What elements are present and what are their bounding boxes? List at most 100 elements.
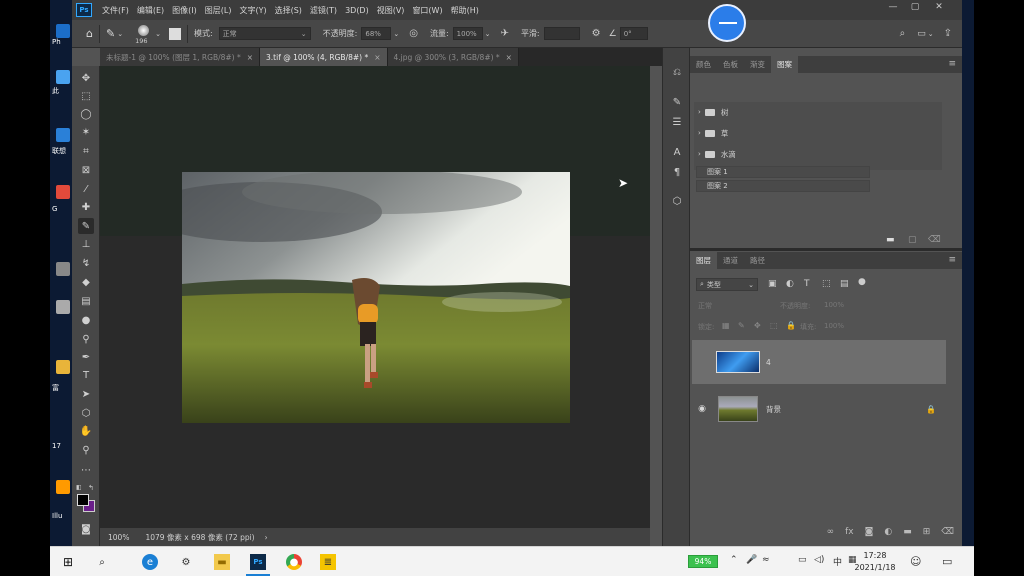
tab-patterns[interactable]: 图案 [771, 56, 798, 73]
paragraph-icon[interactable]: ¶ [669, 164, 685, 180]
link-icon[interactable]: ∞ [827, 527, 835, 537]
chevron-down-icon[interactable]: ⌄ [393, 30, 399, 38]
brush-panel-toggle-icon[interactable] [168, 27, 181, 40]
zoom-tool-icon[interactable]: ⚲ [78, 442, 94, 458]
notification-icon[interactable]: ▭ [942, 555, 952, 568]
layer-name[interactable]: 4 [766, 358, 771, 367]
quick-mask-icon[interactable]: ◙ [78, 521, 94, 537]
document-image[interactable] [182, 172, 570, 423]
document-workspace[interactable]: ➤ [100, 66, 650, 528]
zoom-level[interactable]: 100% [108, 533, 129, 542]
tab-swatches[interactable]: 色板 [717, 56, 744, 73]
clock[interactable]: 17:28 2021/1/18 [850, 550, 900, 574]
fx-icon[interactable]: fx [845, 527, 854, 537]
eye-icon[interactable]: ◉ [692, 404, 712, 414]
canvas-area[interactable]: ➤ [100, 66, 650, 528]
ime-indicator[interactable]: 中 [833, 555, 842, 568]
type-tool-icon[interactable]: T [78, 367, 94, 383]
tab-document-1[interactable]: 未标题-1 @ 100% (图层 1, RGB/8#) * × [100, 48, 261, 66]
emoji-icon[interactable]: ☺ [910, 555, 921, 568]
filter-type-icon[interactable]: T [804, 279, 810, 289]
gradient-tool-icon[interactable]: ▤ [78, 293, 94, 309]
path-selection-tool-icon[interactable]: ➤ [78, 386, 94, 402]
menu-layer[interactable]: 图层(L) [201, 5, 236, 16]
history-brush-tool-icon[interactable]: ↯ [78, 255, 94, 271]
crop-tool-icon[interactable]: ⌗ [78, 143, 94, 159]
battery-indicator[interactable]: 94% [688, 555, 718, 568]
adjust-icon[interactable]: ◐ [884, 527, 892, 537]
healing-tool-icon[interactable]: ✚ [78, 199, 94, 215]
tab-gradients[interactable]: 渐变 [744, 56, 771, 73]
wifi-icon[interactable]: ≈ [762, 555, 770, 565]
close-icon[interactable]: × [374, 53, 380, 62]
filter-smart-icon[interactable]: ▤ [840, 279, 849, 289]
chevron-down-icon[interactable]: ⌄ [155, 30, 161, 38]
adjust-sliders-icon[interactable]: ☰ [669, 114, 685, 130]
tab-paths[interactable]: 路径 [744, 252, 771, 269]
desktop-icon[interactable] [56, 24, 70, 38]
menu-type[interactable]: 文字(Y) [235, 5, 270, 16]
trash-icon[interactable]: ⌫ [941, 527, 954, 537]
swap-colors-icon[interactable]: ↰ [88, 484, 94, 492]
layer-filter-select[interactable]: ⌕ 类型 ⌄ [696, 278, 758, 291]
airbrush-icon[interactable]: ✈ [501, 28, 509, 39]
magic-wand-tool-icon[interactable]: ✶ [78, 124, 94, 140]
filter-toggle-icon[interactable]: ● [858, 277, 866, 287]
move-tool-icon[interactable]: ✥ [78, 70, 94, 86]
lock-all-icon[interactable]: 🔒 [786, 321, 796, 330]
pattern-item[interactable]: 图案 2 [696, 180, 870, 192]
lock-pixels-icon[interactable]: ▦ [722, 321, 730, 330]
search-icon[interactable]: ⌕ [900, 28, 906, 39]
volume-icon[interactable]: ◁) [814, 555, 824, 565]
close-icon[interactable]: × [506, 53, 512, 62]
opacity-field[interactable]: 68% [361, 27, 392, 40]
tab-document-3[interactable]: 4.jpg @ 300% (3, RGB/8#) * × [387, 48, 519, 66]
minimize-button[interactable]: — [884, 2, 902, 12]
marquee-tool-icon[interactable]: ⬚ [78, 88, 94, 104]
notes-app-icon[interactable]: ≣ [320, 554, 336, 570]
menu-select[interactable]: 选择(S) [271, 5, 306, 16]
menu-view[interactable]: 视图(V) [373, 5, 409, 16]
chevron-right-icon[interactable]: › [698, 129, 701, 137]
gear-icon[interactable]: ⚙ [592, 28, 601, 39]
frame-tool-icon[interactable]: ⊠ [78, 162, 94, 178]
tab-color[interactable]: 颜色 [690, 56, 717, 73]
default-colors-icon[interactable]: ◧ [76, 484, 82, 491]
filter-adjust-icon[interactable]: ◐ [786, 279, 794, 289]
foreground-color-swatch[interactable] [77, 494, 89, 506]
fill-value[interactable]: 100% [824, 322, 844, 330]
layer-row-background[interactable]: ◉ 背景 🔒 [692, 386, 946, 432]
desktop-icon[interactable] [56, 262, 70, 276]
menu-file[interactable]: 文件(F) [98, 5, 133, 16]
desktop-icon[interactable] [56, 360, 70, 374]
filter-shape-icon[interactable]: ⬚ [822, 279, 831, 289]
share-icon[interactable]: ⇪ [944, 28, 952, 39]
this-pc-icon[interactable] [56, 70, 70, 84]
menu-3d[interactable]: 3D(D) [341, 6, 373, 15]
status-arrow-icon[interactable]: › [265, 533, 268, 542]
tab-channels[interactable]: 通道 [717, 252, 744, 269]
desktop-icon[interactable] [56, 185, 70, 199]
lock-paint-icon[interactable]: ✎ [738, 321, 745, 330]
desktop-icon[interactable] [56, 300, 70, 314]
desktop-icon[interactable] [56, 128, 70, 142]
panel-menu-icon[interactable]: ≡ [948, 59, 956, 69]
menu-image[interactable]: 图像(I) [168, 5, 201, 16]
menu-window[interactable]: 窗口(W) [408, 5, 446, 16]
lasso-tool-icon[interactable]: ◯ [78, 106, 94, 122]
pattern-group-water[interactable]: › 水滴 [698, 145, 938, 163]
new-group-icon[interactable]: ▬ [886, 235, 895, 245]
brush-tool-icon[interactable]: ✎ [78, 218, 94, 234]
trash-icon[interactable]: ⌫ [928, 235, 941, 245]
illustrator-icon[interactable] [56, 480, 70, 494]
photoshop-taskbar-icon[interactable]: Ps [250, 554, 266, 570]
pattern-group-grass[interactable]: › 草 [698, 124, 938, 142]
layer-opacity-value[interactable]: 100% [824, 301, 844, 309]
tab-document-2[interactable]: 3.tif @ 100% (4, RGB/8#) * × [260, 48, 388, 66]
menu-help[interactable]: 帮助(H) [447, 5, 483, 16]
tab-layers[interactable]: 图层 [690, 252, 717, 269]
dodge-tool-icon[interactable]: ⚲ [78, 331, 94, 347]
angle-icon[interactable]: ∠ [609, 29, 617, 39]
smoothing-field[interactable] [543, 27, 580, 40]
angle-field[interactable]: 0° [619, 27, 648, 40]
